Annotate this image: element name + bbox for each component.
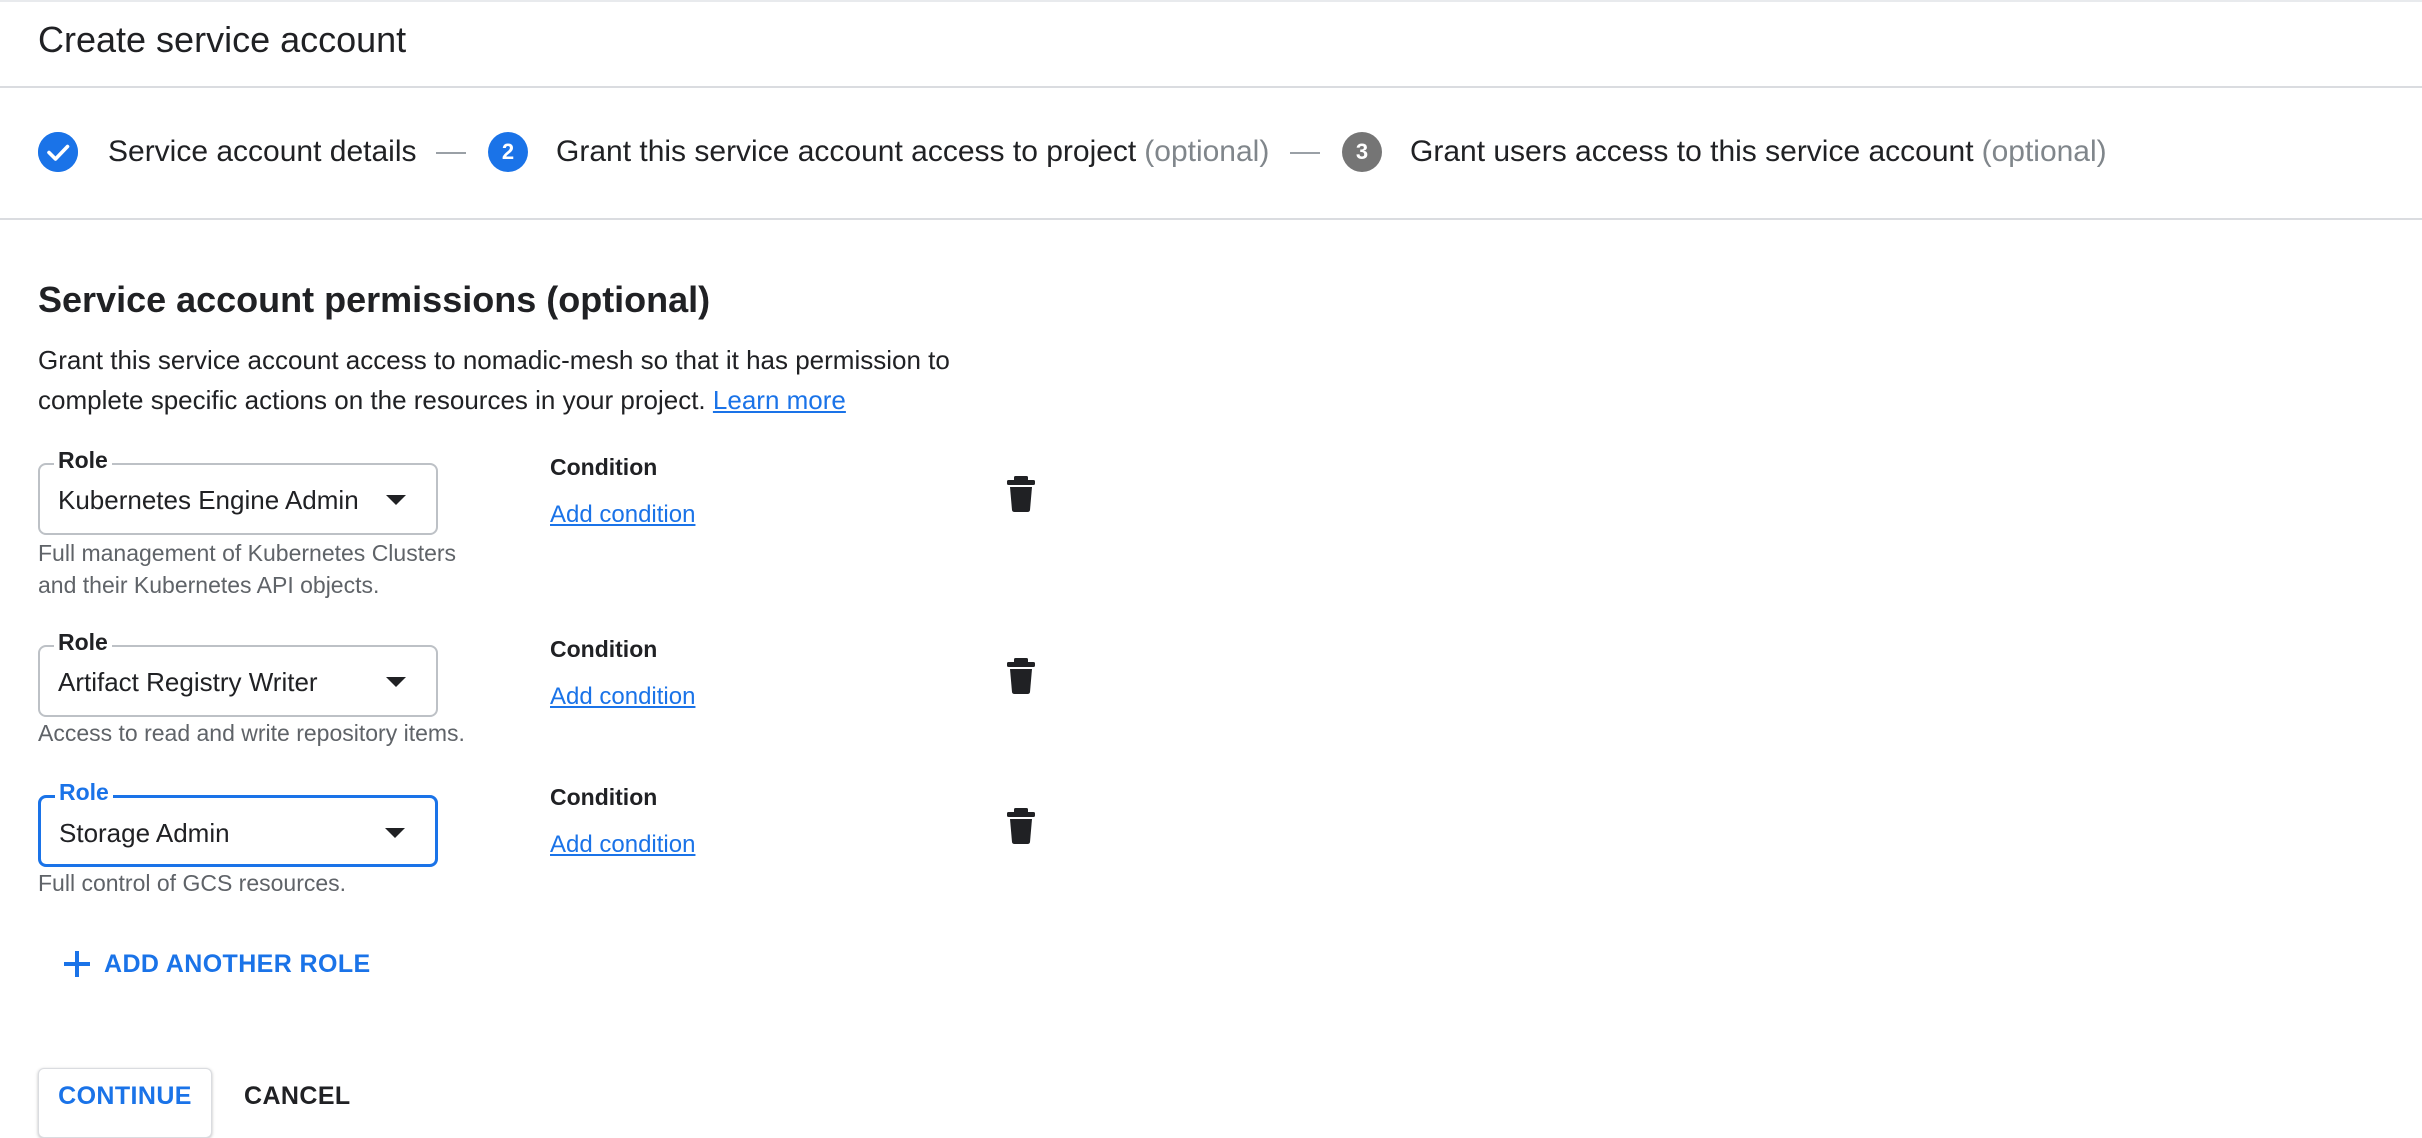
learn-more-link[interactable]: Learn more: [713, 385, 846, 415]
step-label: Grant this service account access to pro…: [556, 135, 1137, 168]
cancel-button[interactable]: CANCEL: [244, 1082, 351, 1116]
condition-label-3: Condition: [550, 784, 658, 810]
role-help-text-3: Full control of GCS resources.: [38, 867, 538, 899]
description-line-2: complete specific actions on the resourc…: [38, 385, 706, 415]
stepper: Service account details 2 Grant this ser…: [0, 88, 2422, 220]
role-value: Kubernetes Engine Admin: [58, 485, 359, 515]
role-select-3[interactable]: Role Storage Admin: [38, 777, 438, 867]
delete-role-button-2[interactable]: [1004, 656, 1040, 696]
add-condition-link-1[interactable]: Add condition: [550, 501, 695, 529]
section-description: Grant this service account access to nom…: [38, 340, 998, 420]
step-label: Grant users access to this service accou…: [1410, 135, 1974, 168]
condition-label-1: Condition: [550, 454, 658, 480]
step-service-account-details[interactable]: Service account details: [38, 130, 417, 174]
role-help-line: Full control of GCS resources.: [38, 870, 347, 896]
delete-role-button-1[interactable]: [1004, 474, 1040, 514]
role-help-text-2: Access to read and write repository item…: [38, 717, 538, 749]
condition-label-2: Condition: [550, 636, 658, 662]
step-grant-project-access[interactable]: 2 Grant this service account access to p…: [488, 130, 1269, 174]
trash-icon: [1007, 476, 1035, 512]
page-title: Create service account: [38, 19, 407, 60]
page-header: Create service account: [0, 0, 2422, 88]
role-field-label: Role: [55, 777, 113, 807]
role-select-2[interactable]: Role Artifact Registry Writer: [38, 627, 438, 717]
role-field-label: Role: [54, 627, 112, 657]
add-condition-link-2[interactable]: Add condition: [550, 683, 695, 711]
role-help-line: and their Kubernetes API objects.: [38, 572, 380, 598]
add-another-role-button[interactable]: ADD ANOTHER ROLE: [62, 944, 371, 984]
role-help-line: Full management of Kubernetes Clusters: [38, 540, 457, 566]
role-help-text-1: Full management of Kubernetes Clusters a…: [38, 537, 538, 601]
trash-icon: [1007, 658, 1035, 694]
continue-button[interactable]: CONTINUE: [38, 1068, 212, 1138]
step-label: Service account details: [108, 135, 417, 168]
arrow-drop-down-icon: [385, 828, 405, 838]
step-grant-users-access[interactable]: 3 Grant users access to this service acc…: [1342, 130, 2107, 174]
section-title: Service account permissions (optional): [38, 279, 711, 320]
trash-icon: [1007, 808, 1035, 844]
check-circle-icon: [38, 132, 78, 172]
role-value: Artifact Registry Writer: [58, 667, 318, 697]
add-condition-link-3[interactable]: Add condition: [550, 831, 695, 859]
role-select-1[interactable]: Role Kubernetes Engine Admin: [38, 445, 438, 535]
step-separator: [436, 152, 466, 154]
step-optional-label: (optional): [1144, 135, 1270, 168]
step-separator: [1290, 152, 1320, 154]
step-optional-label: (optional): [1981, 135, 2107, 168]
arrow-drop-down-icon: [386, 677, 406, 687]
step-number: 3: [1342, 132, 1382, 172]
role-help-line: Access to read and write repository item…: [38, 720, 465, 746]
role-value: Storage Admin: [59, 818, 230, 848]
add-another-role-label: ADD ANOTHER ROLE: [104, 949, 371, 978]
role-field-label: Role: [54, 445, 112, 475]
delete-role-button-3[interactable]: [1004, 806, 1040, 846]
arrow-drop-down-icon: [386, 495, 406, 505]
step-number: 2: [488, 132, 528, 172]
plus-icon: [64, 951, 90, 977]
description-line-1: Grant this service account access to nom…: [38, 345, 950, 375]
